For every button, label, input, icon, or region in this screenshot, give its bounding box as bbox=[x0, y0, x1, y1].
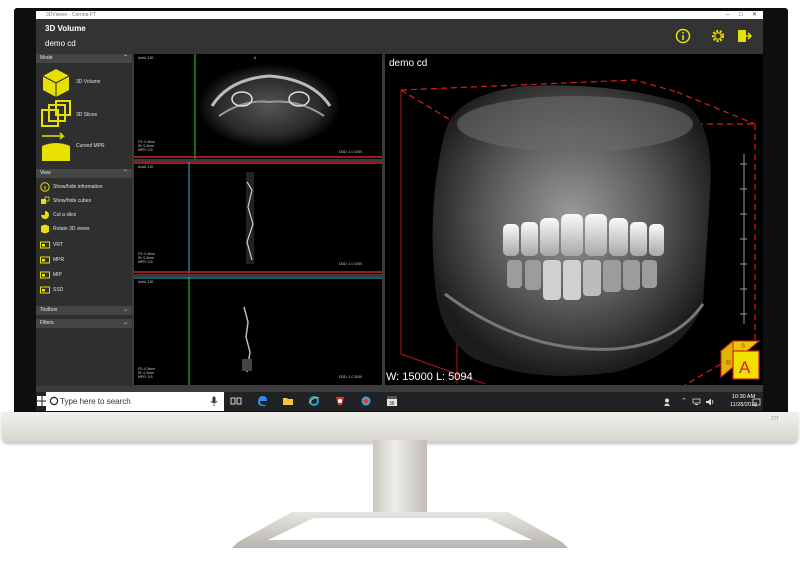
gear-icon[interactable] bbox=[710, 28, 726, 44]
cube-face-a: A bbox=[739, 358, 751, 377]
view-item-label: VRT bbox=[53, 242, 63, 248]
sagittal-overlay-bottom-right: DDD: 1.0 1000 bbox=[339, 375, 363, 379]
section-header-toolbox[interactable]: Toolbox ⌄ bbox=[36, 306, 132, 315]
coronal-overlay-top-left: Axial: 120 bbox=[138, 165, 154, 169]
cube-icon[interactable] bbox=[39, 66, 73, 98]
viewport-axial[interactable]: Axial: 120 A FS: 0.3mm St: 0.3mm MPR: 0.… bbox=[134, 54, 382, 159]
view-item-vrt[interactable]: VRT bbox=[38, 239, 132, 252]
chevron-up-icon: ⌃ bbox=[122, 55, 128, 61]
monitor-chin bbox=[2, 412, 798, 442]
section-label: Mode bbox=[40, 55, 53, 61]
volume-study-name: demo cd bbox=[389, 58, 428, 69]
coronal-overlay-bottom-left: FS: 0.3mm St: 0.3mm MPR: 0.5 bbox=[138, 252, 156, 264]
edge-icon[interactable] bbox=[256, 395, 268, 407]
people-icon[interactable] bbox=[664, 398, 673, 406]
sagittal-slice-image bbox=[134, 277, 382, 385]
screen: 3DViewer - Cornea FT – □ ✕ 3D Volume dem… bbox=[36, 11, 763, 411]
view-item-label: Show/hide information bbox=[53, 184, 103, 190]
app-icon[interactable] bbox=[334, 395, 346, 407]
view-item-label: Show/hide cubes bbox=[53, 198, 92, 204]
section-header-filters[interactable]: Filters ⌄ bbox=[36, 319, 132, 328]
window-title: 3DViewer - Cornea FT bbox=[46, 12, 96, 18]
viewport-coronal[interactable]: Axial: 120 FS: 0.3mm St: 0.3mm MPR: 0.5 … bbox=[134, 162, 382, 274]
viewport-3d-volume[interactable] bbox=[385, 54, 763, 386]
view-item-cut-slice[interactable]: Cut a slice bbox=[38, 209, 132, 222]
cut-icon bbox=[41, 211, 49, 219]
calendar-icon[interactable]: 36 bbox=[386, 395, 398, 407]
study-name: demo cd bbox=[45, 39, 76, 48]
task-view-icon[interactable] bbox=[230, 395, 242, 407]
close-button[interactable]: ✕ bbox=[752, 11, 757, 19]
mip-icon bbox=[40, 271, 50, 279]
ssd-icon bbox=[40, 286, 50, 294]
mode-curved-mpr-label[interactable]: Curved MPR bbox=[76, 143, 105, 149]
cubes-icon bbox=[41, 196, 50, 204]
sagittal-overlay-top-left: Axial: 120 bbox=[138, 280, 154, 284]
mode-3d-slices-label[interactable]: 3D Slices bbox=[76, 112, 97, 118]
section-label: Filters bbox=[40, 320, 54, 326]
window-titlebar bbox=[36, 11, 763, 19]
coronal-overlay-bottom-right: DDD: 1.0 1000 bbox=[339, 262, 363, 266]
rotate-icon bbox=[41, 224, 49, 234]
monitor-stand-base bbox=[232, 512, 568, 548]
view-item-rotate[interactable]: Rotate 3D views bbox=[38, 223, 132, 236]
ie-icon[interactable] bbox=[308, 395, 320, 407]
notification-icon[interactable] bbox=[752, 398, 761, 407]
view-item-label: SSD bbox=[53, 287, 64, 293]
axial-overlay-bottom-right: DDD: 1.0 1000 bbox=[339, 150, 363, 154]
sagittal-overlay-bottom-left: FS: 0.3mm St: 0.3mm MPR: 0.5 bbox=[138, 367, 156, 379]
coronal-slice-image bbox=[134, 162, 382, 274]
section-label: Toolbox bbox=[40, 307, 58, 313]
svg-text:36: 36 bbox=[389, 401, 395, 407]
window-level-readout: W: 15000 L: 5094 bbox=[386, 371, 473, 383]
cube-face-r: R bbox=[726, 360, 731, 367]
section-header-mode[interactable]: Mode ⌃ bbox=[36, 54, 132, 63]
section-header-view[interactable]: View ⌃ bbox=[36, 169, 132, 178]
search-icon bbox=[49, 396, 59, 406]
chevron-down-icon: ⌄ bbox=[122, 320, 128, 326]
axial-orientation-label: A bbox=[254, 56, 257, 60]
monitor-model-label: 27f bbox=[771, 416, 778, 422]
folder-icon[interactable] bbox=[282, 395, 294, 407]
taskbar-search-placeholder[interactable]: Type here to search bbox=[60, 397, 131, 406]
volume-render-image bbox=[400, 79, 756, 386]
curved-mpr-icon[interactable] bbox=[39, 132, 73, 162]
cube-face-s: S bbox=[741, 344, 745, 350]
vrt-icon bbox=[40, 241, 50, 249]
view-item-label: Rotate 3D views bbox=[53, 226, 90, 232]
app-icon-2[interactable] bbox=[360, 395, 372, 407]
viewport-sagittal[interactable]: Axial: 120 FS: 0.3mm St: 0.3mm MPR: 0.5 … bbox=[134, 277, 382, 385]
view-item-ssd[interactable]: SSD bbox=[38, 284, 132, 297]
view-item-label: MPR bbox=[53, 257, 65, 263]
info-icon bbox=[40, 182, 50, 192]
maximize-button[interactable]: □ bbox=[739, 11, 743, 19]
view-item-show-info[interactable]: Show/hide information bbox=[38, 181, 132, 194]
view-item-label: MIP bbox=[53, 272, 62, 278]
app-title: 3D Volume bbox=[45, 24, 86, 33]
volume-icon[interactable] bbox=[706, 398, 715, 406]
view-item-show-cubes[interactable]: Show/hide cubes bbox=[38, 195, 132, 208]
slices-icon[interactable] bbox=[39, 100, 73, 130]
axial-overlay-bottom-left: FS: 0.3mm St: 0.3mm MPR: 0.5 bbox=[138, 140, 156, 152]
axial-slice-image bbox=[134, 54, 382, 159]
monitor-stand-neck bbox=[373, 440, 427, 520]
view-item-mip[interactable]: MIP bbox=[38, 269, 132, 282]
chevron-up-icon[interactable]: ⌃ bbox=[681, 397, 687, 405]
info-icon[interactable] bbox=[675, 28, 691, 44]
chevron-down-icon: ⌄ bbox=[122, 307, 128, 313]
microphone-icon[interactable] bbox=[210, 396, 218, 406]
orientation-cube[interactable]: R S A bbox=[719, 337, 761, 381]
mpr-icon bbox=[40, 256, 50, 264]
network-icon[interactable] bbox=[692, 398, 701, 406]
axial-overlay-top-left: Axial: 120 bbox=[138, 56, 154, 60]
mode-3d-volume-label[interactable]: 3D Volume bbox=[76, 79, 100, 85]
view-item-label: Cut a slice bbox=[53, 212, 77, 218]
chevron-up-icon: ⌃ bbox=[122, 170, 128, 176]
exit-icon[interactable] bbox=[736, 28, 752, 44]
section-label: View bbox=[40, 170, 51, 176]
minimize-button[interactable]: – bbox=[726, 11, 729, 19]
view-item-mpr[interactable]: MPR bbox=[38, 254, 132, 267]
